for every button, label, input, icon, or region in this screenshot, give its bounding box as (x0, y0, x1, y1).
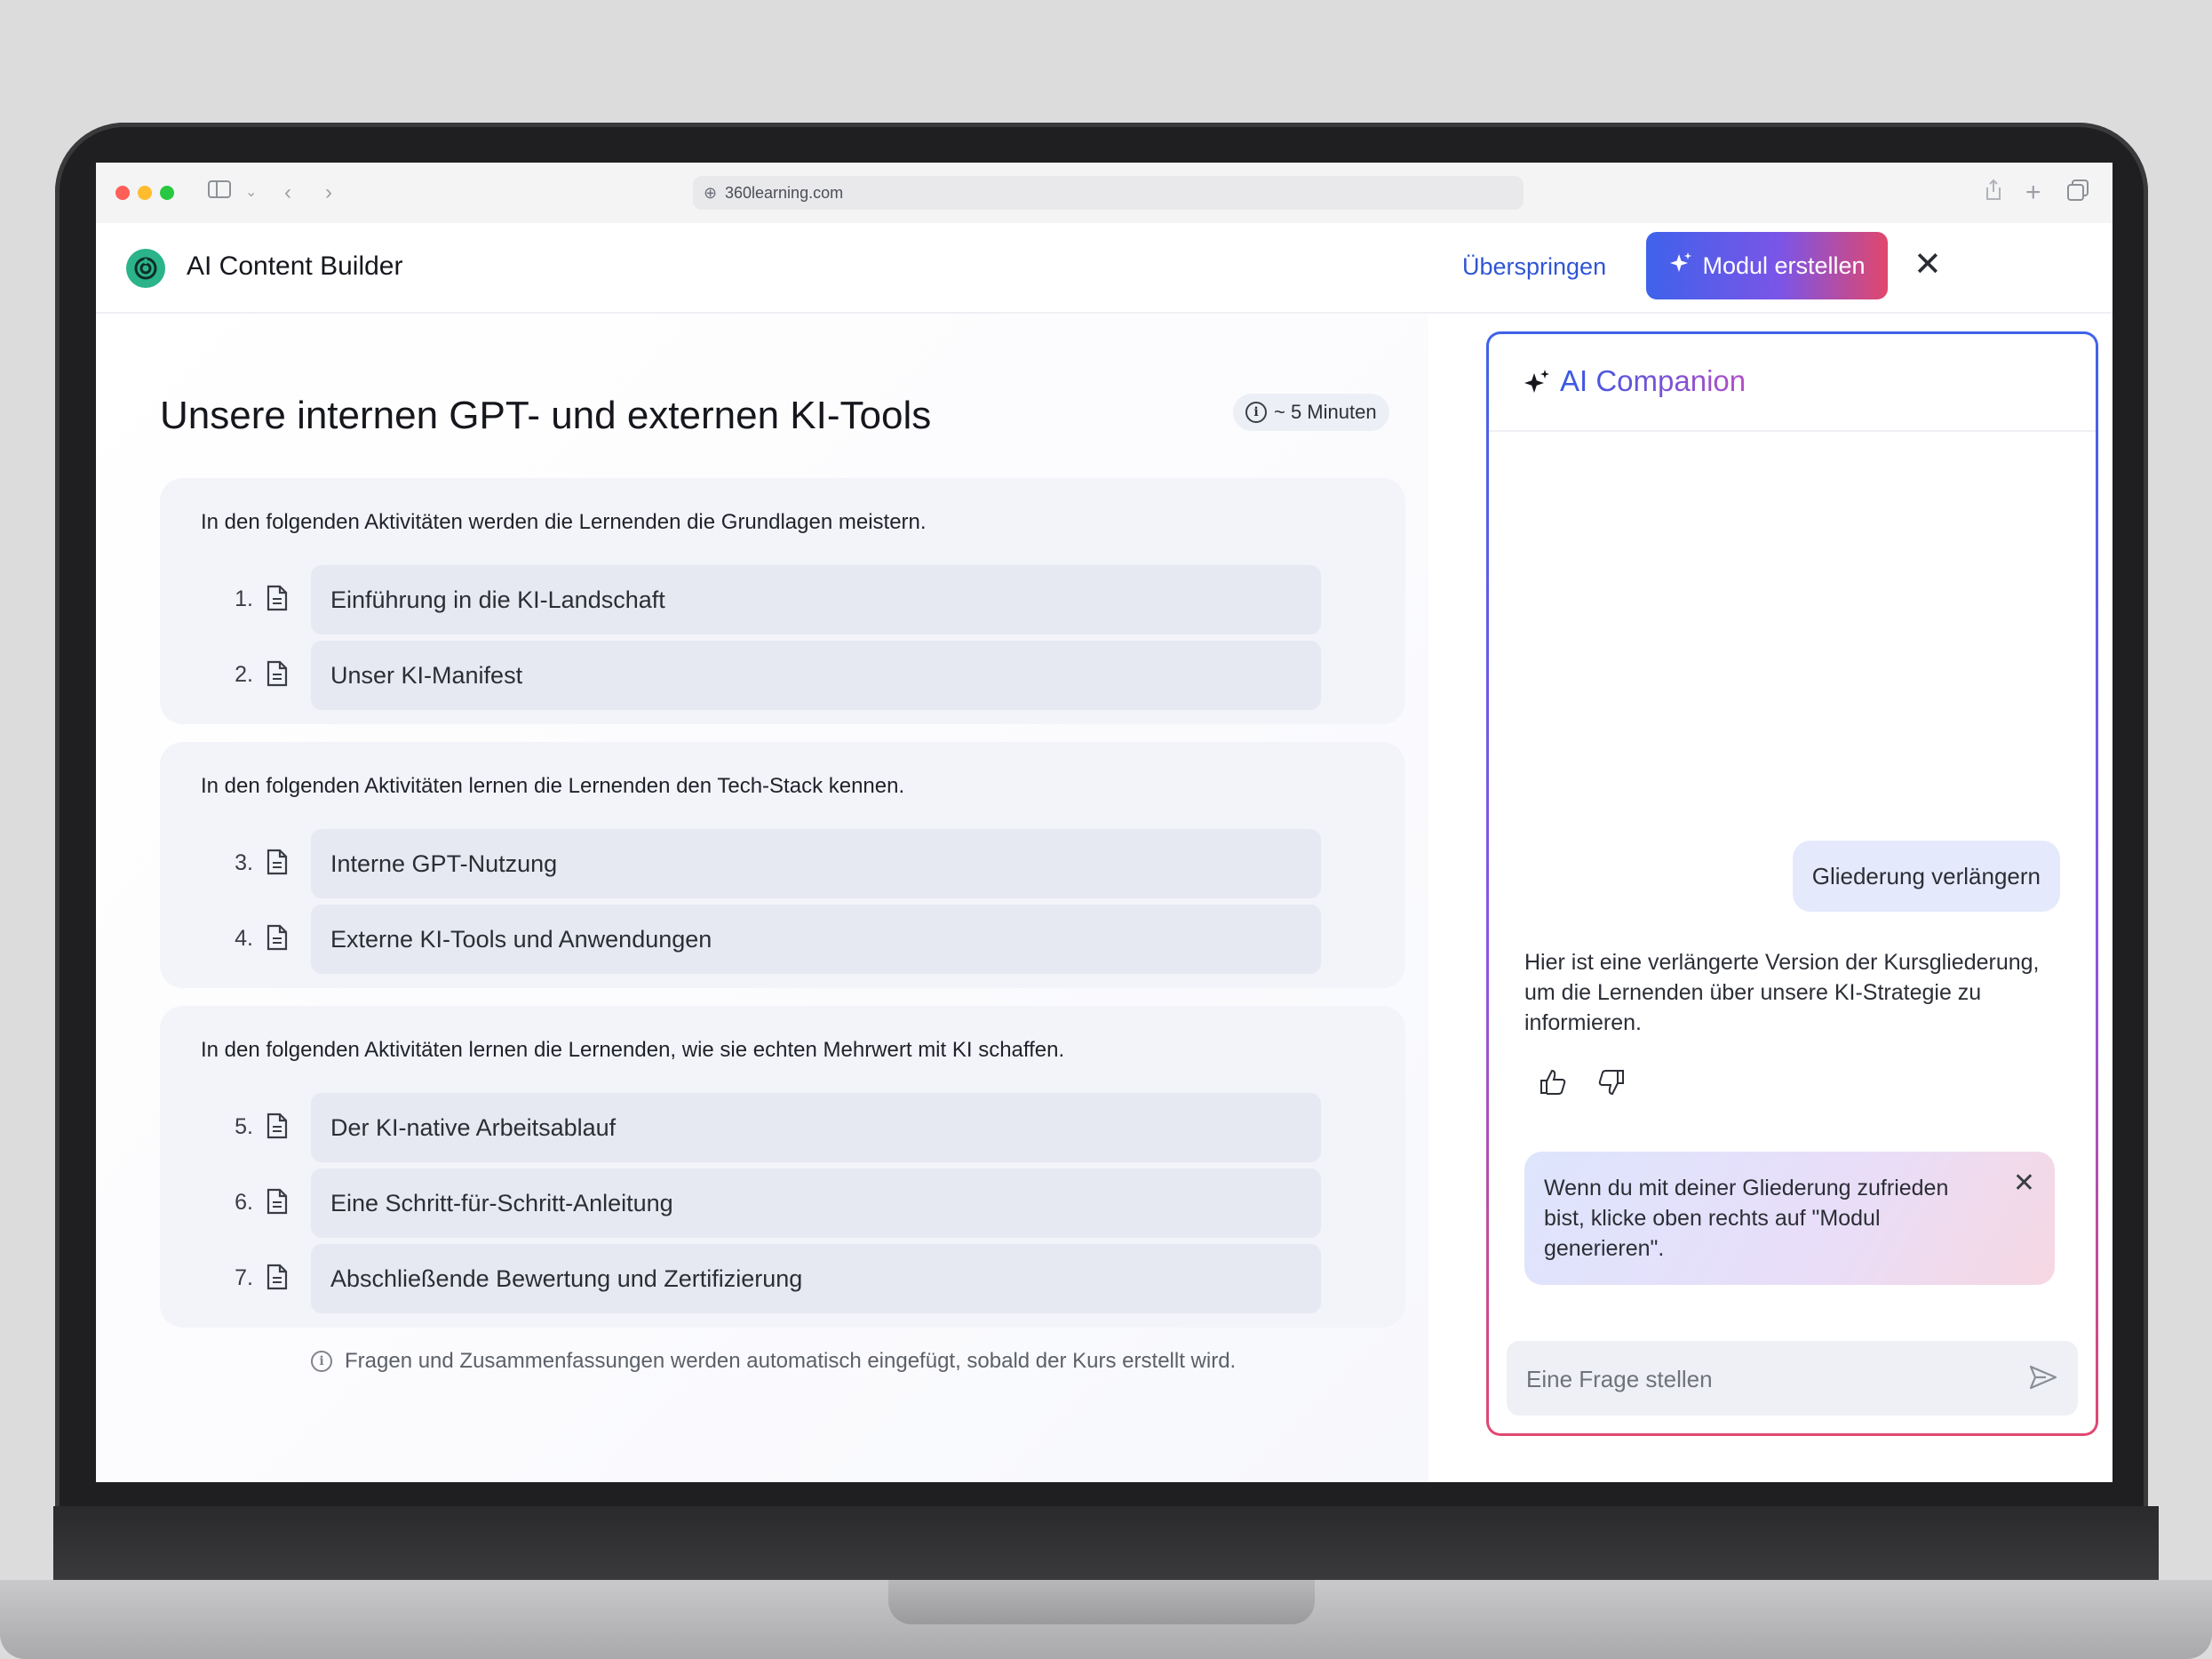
activity-number: 2. (235, 662, 253, 687)
browser-toolbar: ⌄ ‹ › ⊕ 360learning.com + (96, 163, 2113, 224)
activity-title-field[interactable]: Abschließende Bewertung und Zertifizieru… (311, 1244, 1321, 1313)
app-title: AI Content Builder (187, 251, 403, 281)
section-intro: In den folgenden Aktivitäten werden die … (201, 510, 927, 534)
feedback-buttons (1539, 1067, 1626, 1102)
url-text: 360learning.com (725, 184, 844, 202)
activity-title-field[interactable]: Einführung in die KI-Landschaft (311, 565, 1321, 634)
document-icon (267, 1188, 288, 1219)
section-card: In den folgenden Aktivitäten werden die … (160, 478, 1405, 724)
minimize-window-button[interactable] (138, 186, 152, 200)
section-card: In den folgenden Aktivitäten lernen die … (160, 742, 1405, 988)
activity-item[interactable]: 1. Einführung in die KI-Landschaft (160, 565, 1405, 636)
activity-number: 4. (235, 926, 253, 951)
logo-icon (126, 249, 165, 288)
activity-title-field[interactable]: Eine Schritt-für-Schritt-Anleitung (311, 1168, 1321, 1238)
browser-window: ⌄ ‹ › ⊕ 360learning.com + AI Content Bui… (96, 163, 2113, 1482)
question-box (1507, 1341, 2078, 1417)
section-card: In den folgenden Aktivitäten lernen die … (160, 1006, 1405, 1328)
laptop-hinge (53, 1506, 2159, 1586)
maximize-window-button[interactable] (160, 186, 174, 200)
share-icon[interactable] (1984, 179, 2003, 210)
ai-reply-text: Hier ist eine verlängerte Version der Ku… (1524, 950, 2040, 1035)
document-icon (267, 849, 288, 880)
activity-title-field[interactable]: Der KI-native Arbeitsablauf (311, 1093, 1321, 1162)
duration-badge: i ~ 5 Minuten (1233, 394, 1389, 431)
document-icon (267, 1113, 288, 1144)
create-module-label: Modul erstellen (1702, 251, 1866, 279)
outline-editor: Unsere internen GPT- und externen KI-Too… (96, 314, 1428, 1482)
tabs-overview-icon[interactable] (2066, 179, 2089, 210)
auto-insert-note: i Fragen und Zusammenfassungen werden au… (311, 1349, 1236, 1374)
document-icon (267, 924, 288, 955)
close-icon[interactable]: ✕ (1914, 244, 1942, 284)
document-icon (267, 1264, 288, 1295)
ai-companion-panel: AI Companion Gliederung verlängern Hier … (1486, 331, 2098, 1436)
hint-card: Wenn du mit deiner Gliederung zufrieden … (1524, 1152, 2055, 1285)
activity-number: 5. (235, 1114, 253, 1139)
activity-item[interactable]: 7. Abschließende Bewertung und Zertifizi… (160, 1244, 1405, 1315)
create-module-button[interactable]: Modul erstellen (1646, 232, 1888, 299)
close-window-button[interactable] (115, 186, 130, 200)
back-icon[interactable]: ‹ (284, 179, 291, 207)
activity-number: 1. (235, 586, 253, 611)
app-header: AI Content Builder Überspringen Modul er… (96, 223, 2113, 314)
sparkle-icon (1523, 368, 1551, 401)
document-icon (267, 660, 288, 691)
section-intro: In den folgenden Aktivitäten lernen die … (201, 1038, 1065, 1062)
thumbs-up-icon[interactable] (1539, 1067, 1569, 1102)
laptop-notch (888, 1580, 1315, 1624)
thumbs-down-icon[interactable] (1595, 1067, 1626, 1102)
skip-button[interactable]: Überspringen (1462, 253, 1606, 281)
activity-number: 7. (235, 1265, 253, 1290)
section-intro: In den folgenden Aktivitäten lernen die … (201, 774, 905, 798)
activity-title-field[interactable]: Externe KI-Tools und Anwendungen (311, 905, 1321, 974)
activity-number: 3. (235, 850, 253, 875)
hint-text: Wenn du mit deiner Gliederung zufrieden … (1544, 1176, 1949, 1261)
activity-title-field[interactable]: Unser KI-Manifest (311, 641, 1321, 710)
companion-title: AI Companion (1560, 364, 1747, 397)
chevron-down-icon[interactable]: ⌄ (245, 179, 257, 207)
close-icon[interactable]: ✕ (2013, 1168, 2035, 1199)
sidebar-toggle-icon[interactable] (208, 179, 233, 207)
duration-text: ~ 5 Minuten (1274, 401, 1377, 423)
question-input[interactable] (1524, 1341, 2008, 1417)
activity-item[interactable]: 6. Eine Schritt-für-Schritt-Anleitung (160, 1168, 1405, 1240)
address-bar[interactable]: ⊕ 360learning.com (693, 176, 1524, 210)
sparkle-icon (1668, 251, 1693, 282)
activity-item[interactable]: 3. Interne GPT-Nutzung (160, 829, 1405, 900)
new-tab-icon[interactable]: + (2025, 179, 2041, 207)
footnote-text: Fragen und Zusammenfassungen werden auto… (345, 1349, 1237, 1373)
companion-header: AI Companion (1489, 334, 2096, 432)
activity-item[interactable]: 2. Unser KI-Manifest (160, 641, 1405, 712)
globe-icon: ⊕ (704, 184, 718, 202)
info-icon: i (1245, 402, 1267, 423)
info-icon: i (311, 1351, 332, 1372)
send-icon[interactable] (2028, 1362, 2058, 1397)
activity-item[interactable]: 4. Externe KI-Tools und Anwendungen (160, 905, 1405, 976)
forward-icon[interactable]: › (325, 179, 332, 207)
document-icon (267, 585, 288, 616)
module-title: Unsere internen GPT- und externen KI-Too… (160, 394, 932, 437)
user-message-bubble: Gliederung verlängern (1792, 841, 2060, 912)
activity-item[interactable]: 5. Der KI-native Arbeitsablauf (160, 1093, 1405, 1164)
activity-number: 6. (235, 1190, 253, 1215)
activity-title-field[interactable]: Interne GPT-Nutzung (311, 829, 1321, 898)
